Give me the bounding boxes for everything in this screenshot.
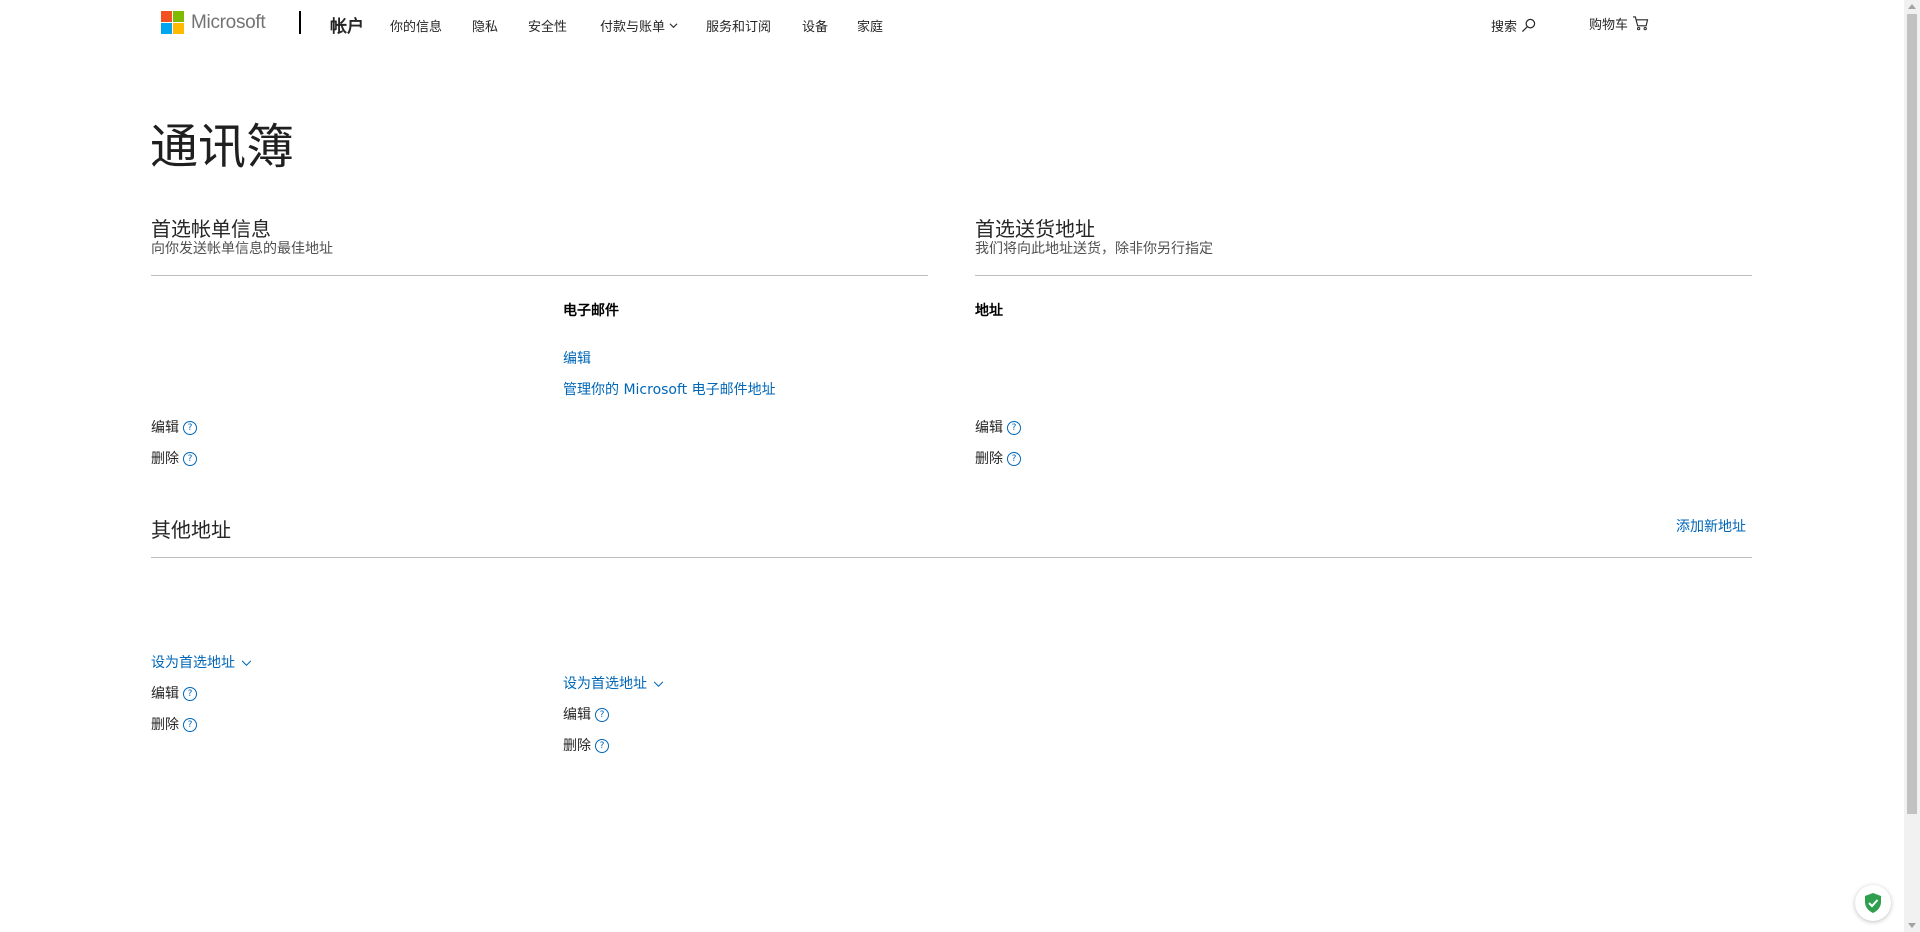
security-extension-button[interactable] <box>1855 885 1891 921</box>
address-edit-label: 编辑 <box>151 686 179 702</box>
address-edit-action[interactable]: 编辑 ? <box>563 706 609 724</box>
billing-divider <box>151 275 928 276</box>
set-preferred-dropdown[interactable]: 设为首选地址 <box>151 654 252 672</box>
shipping-divider <box>975 275 1752 276</box>
scroll-up-arrow-icon[interactable] <box>1908 4 1916 9</box>
billing-edit-label: 编辑 <box>151 420 179 436</box>
help-icon[interactable]: ? <box>595 708 609 722</box>
address-delete-label: 删除 <box>151 717 179 733</box>
microsoft-logo[interactable]: Microsoft <box>161 11 266 34</box>
vertical-scrollbar[interactable] <box>1904 0 1920 932</box>
page-title: 通讯簿 <box>150 119 295 175</box>
account-brand-link[interactable]: 帐户 <box>330 12 364 37</box>
cart-icon <box>1633 16 1649 31</box>
help-icon[interactable]: ? <box>183 718 197 732</box>
billing-delete-action[interactable]: 删除 ? <box>151 450 197 468</box>
scroll-down-arrow-icon[interactable] <box>1908 923 1916 928</box>
other-addresses-title: 其他地址 <box>151 518 231 542</box>
scrollbar-thumb[interactable] <box>1907 14 1917 814</box>
chevron-down-icon[interactable] <box>669 21 678 30</box>
microsoft-logo-icon <box>161 11 184 34</box>
nav-your-info[interactable]: 你的信息 <box>390 16 442 35</box>
email-heading: 电子邮件 <box>563 303 619 319</box>
help-icon[interactable]: ? <box>183 687 197 701</box>
shipping-section-subtitle: 我们将向此地址送货，除非你另行指定 <box>975 241 1213 257</box>
chevron-down-icon <box>653 681 664 687</box>
microsoft-logo-text: Microsoft <box>191 11 266 33</box>
address-heading: 地址 <box>975 303 1003 319</box>
address-delete-action[interactable]: 删除 ? <box>151 716 197 734</box>
nav-security[interactable]: 安全性 <box>528 16 567 35</box>
address-delete-action[interactable]: 删除 ? <box>563 737 609 755</box>
shield-check-icon <box>1865 893 1881 913</box>
help-icon[interactable]: ? <box>183 452 197 466</box>
search-icon <box>1521 18 1536 33</box>
shipping-section-title: 首选送货地址 <box>975 217 1095 241</box>
help-icon[interactable]: ? <box>1007 421 1021 435</box>
nav-services-subscriptions[interactable]: 服务和订阅 <box>706 16 771 35</box>
help-icon[interactable]: ? <box>183 421 197 435</box>
chevron-down-icon <box>241 660 252 666</box>
nav-privacy[interactable]: 隐私 <box>472 16 498 35</box>
billing-section-subtitle: 向你发送帐单信息的最佳地址 <box>151 241 333 257</box>
help-icon[interactable]: ? <box>595 739 609 753</box>
shipping-delete-label: 删除 <box>975 451 1003 467</box>
shipping-delete-action[interactable]: 删除 ? <box>975 450 1021 468</box>
search-label: 搜索 <box>1491 20 1518 35</box>
address-edit-label: 编辑 <box>563 707 591 723</box>
nav-payment-billing[interactable]: 付款与账单 <box>600 16 665 35</box>
cart-label: 购物车 <box>1589 18 1629 33</box>
billing-edit-action[interactable]: 编辑 ? <box>151 419 197 437</box>
site-header: Microsoft 帐户 你的信息 隐私 安全性 付款与账单 服务和订阅 设备 … <box>0 0 1904 46</box>
shipping-edit-action[interactable]: 编辑 ? <box>975 419 1021 437</box>
billing-delete-label: 删除 <box>151 451 179 467</box>
set-preferred-label: 设为首选地址 <box>151 655 235 671</box>
search-button[interactable]: 搜索 <box>1491 16 1536 35</box>
address-edit-action[interactable]: 编辑 ? <box>151 685 197 703</box>
nav-family[interactable]: 家庭 <box>857 16 883 35</box>
add-new-address-link[interactable]: 添加新地址 <box>1676 518 1746 536</box>
cart-button[interactable]: 购物车 <box>1589 14 1649 33</box>
email-edit-link[interactable]: 编辑 <box>563 350 591 368</box>
header-divider <box>299 11 301 34</box>
set-preferred-label: 设为首选地址 <box>563 676 647 692</box>
nav-devices[interactable]: 设备 <box>802 16 828 35</box>
other-addresses-divider <box>151 557 1752 558</box>
help-icon[interactable]: ? <box>1007 452 1021 466</box>
manage-email-link[interactable]: 管理你的 Microsoft 电子邮件地址 <box>563 381 776 399</box>
billing-section-title: 首选帐单信息 <box>151 217 271 241</box>
address-delete-label: 删除 <box>563 738 591 754</box>
set-preferred-dropdown[interactable]: 设为首选地址 <box>563 675 664 693</box>
shipping-edit-label: 编辑 <box>975 420 1003 436</box>
